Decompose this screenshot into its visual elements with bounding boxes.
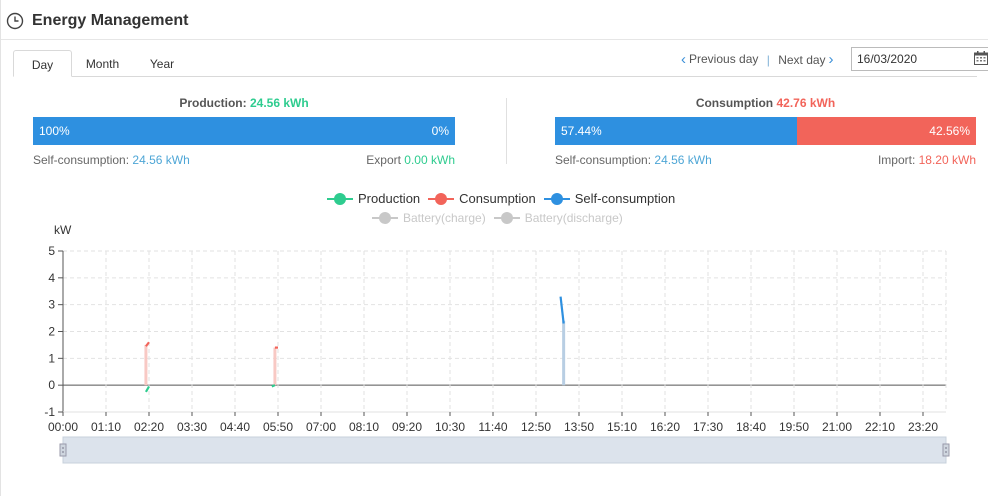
- tab-day[interactable]: Day: [13, 50, 72, 77]
- y-tick-label: 5: [48, 244, 55, 258]
- x-tick-label: 01:10: [91, 420, 121, 434]
- chart-spike-mark: [562, 320, 566, 386]
- zoom-handle-right[interactable]: [942, 443, 950, 457]
- x-tick-label: 15:10: [607, 420, 637, 434]
- x-tick-label: 16:20: [650, 420, 680, 434]
- x-tick-label: 10:30: [435, 420, 465, 434]
- x-tick-label: 00:00: [48, 420, 78, 434]
- y-tick-label: -1: [44, 405, 55, 419]
- x-tick-label: 12:50: [521, 420, 551, 434]
- y-axis-unit-label: kW: [54, 223, 72, 237]
- x-tick-label: 21:00: [822, 420, 852, 434]
- y-tick-label: 1: [48, 351, 55, 365]
- zoom-handle-left[interactable]: [59, 443, 67, 457]
- x-tick-label: 05:50: [263, 420, 293, 434]
- y-tick-label: 3: [48, 298, 55, 312]
- y-axis-ticks: -1 0 1 2 3 4 5: [44, 244, 63, 419]
- chart-spike-mark: [144, 344, 148, 386]
- x-tick-label: 13:50: [564, 420, 594, 434]
- x-tick-label: 07:00: [306, 420, 336, 434]
- y-tick-label: 2: [48, 325, 55, 339]
- x-tick-label: 03:30: [177, 420, 207, 434]
- x-tick-label: 08:10: [349, 420, 379, 434]
- energy-management-panel: Energy Management Day Month Year ‹ Previ…: [0, 0, 988, 496]
- x-tick-label: 23:20: [908, 420, 938, 434]
- y-tick-label: 4: [48, 271, 55, 285]
- x-axis-ticks: 00:00 01:10 02:20 03:30 04:40 05:50 07:00 08:10…: [48, 412, 938, 434]
- power-line-chart: kW -1 0 1 2 3 4 5 00:00 01:10 02:20 03:30 04:40 05:…: [44, 223, 950, 464]
- x-tick-label: 09:20: [392, 420, 422, 434]
- zoom-slider-track[interactable]: [62, 436, 947, 464]
- x-tick-label: 18:40: [736, 420, 766, 434]
- y-tick-label: 0: [48, 378, 55, 392]
- x-tick-label: 17:30: [693, 420, 723, 434]
- x-tick-label: 11:40: [478, 420, 507, 434]
- chart-grid: [62, 250, 947, 413]
- chart-spike-mark: [273, 347, 277, 386]
- series-line-self-consumption: [559, 296, 565, 324]
- series-line-production: [271, 384, 276, 388]
- x-tick-label: 19:50: [779, 420, 809, 434]
- chart-series: [144, 296, 565, 393]
- x-tick-label: 04:40: [220, 420, 250, 434]
- x-tick-label: 22:10: [865, 420, 895, 434]
- chart-spikes: [144, 320, 566, 386]
- x-tick-label: 02:20: [134, 420, 164, 434]
